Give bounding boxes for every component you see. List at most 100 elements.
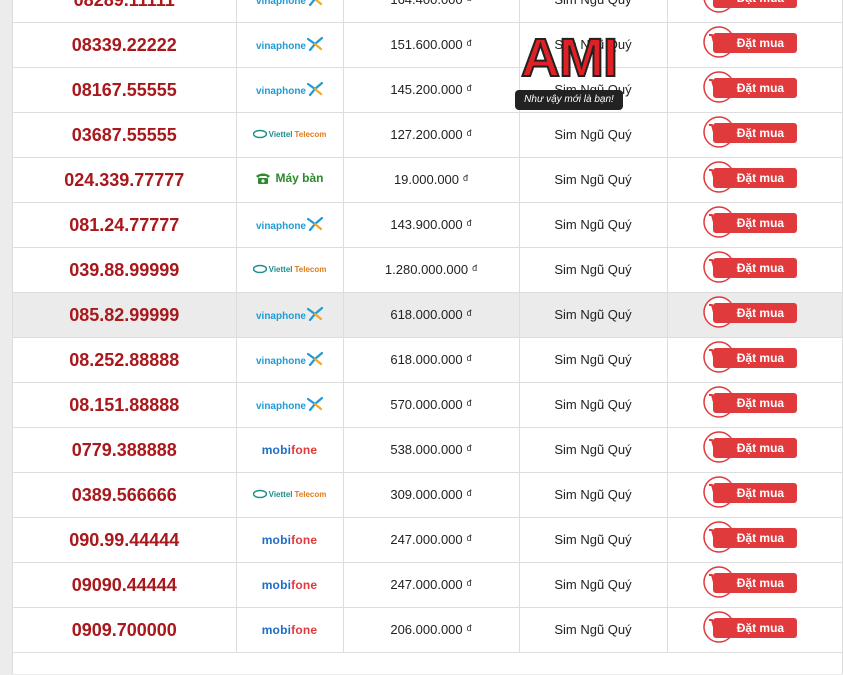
- mobifone-text-b: fone: [291, 443, 318, 457]
- currency-symbol: đ: [466, 398, 472, 408]
- buy-button[interactable]: Đặt mua: [703, 115, 797, 148]
- sim-price: 1.280.000.000: [384, 262, 469, 277]
- vinaphone-logo: vinaphone: [255, 81, 323, 97]
- sim-type: Sim Ngũ Quý: [554, 127, 632, 142]
- buy-button[interactable]: Đặt mua: [703, 520, 797, 553]
- price-cell: 247.000.000 đ: [343, 517, 520, 563]
- currency-symbol: đ: [472, 263, 478, 273]
- buy-button[interactable]: Đặt mua: [703, 385, 797, 418]
- number-cell: 0779.388888: [13, 427, 237, 473]
- buy-button[interactable]: Đặt mua: [703, 565, 797, 598]
- action-cell: Đặt mua: [667, 382, 842, 428]
- sim-price: 145.200.000: [390, 82, 463, 97]
- sim-number[interactable]: 090.99.44444: [69, 530, 179, 550]
- sim-table-container: 08289.11111 vinaphone 164.400.000 đ Sim Ngũ …: [12, 0, 843, 674]
- sim-number[interactable]: 039.88.99999: [69, 260, 179, 280]
- landline-text: Máy bàn: [275, 171, 324, 185]
- telephone-icon: [256, 173, 271, 184]
- viettel-logo: Viettel Telecom: [252, 129, 326, 139]
- buy-button[interactable]: Đặt mua: [703, 610, 797, 643]
- viettel-logo: Viettel Telecom: [252, 264, 326, 274]
- price-cell: 309.000.000 đ: [343, 472, 520, 518]
- sim-price: 164.400.000: [390, 0, 462, 7]
- number-cell: 0909.700000: [13, 607, 237, 653]
- action-cell: Đặt mua: [667, 0, 842, 23]
- sim-type: Sim Ngũ Quý: [554, 622, 632, 637]
- sim-number[interactable]: 08339.22222: [72, 35, 177, 55]
- buy-button-label: Đặt mua: [712, 437, 797, 458]
- buy-button-label: Đặt mua: [712, 392, 797, 413]
- buy-button-label: Đặt mua: [712, 257, 797, 278]
- viettel-swoosh-icon: [252, 264, 267, 274]
- sim-row: 08.252.88888 vinaphone 618.000.000 đ Sim Ngũ…: [13, 337, 842, 383]
- sim-number[interactable]: 09090.44444: [72, 575, 177, 595]
- carrier-cell: mobifone: [236, 517, 344, 563]
- type-cell: Sim Ngũ Quý: [519, 337, 668, 383]
- currency-symbol: đ: [466, 578, 472, 588]
- buy-button-label: Đặt mua: [712, 212, 797, 233]
- buy-button[interactable]: Đặt mua: [703, 70, 797, 103]
- vinaphone-star-icon: [308, 0, 323, 6]
- action-cell: Đặt mua: [667, 22, 842, 68]
- buy-button-label: Đặt mua: [712, 302, 797, 323]
- mobifone-text-a: mobi: [261, 578, 292, 592]
- buy-button[interactable]: Đặt mua: [703, 430, 797, 463]
- action-cell: Đặt mua: [667, 67, 842, 113]
- sim-number[interactable]: 081.24.77777: [69, 215, 179, 235]
- carrier-cell: vinaphone: [236, 202, 344, 248]
- type-cell: Sim Ngũ Quý: [519, 202, 668, 248]
- type-cell: Sim Ngũ Quý: [519, 157, 668, 203]
- price-cell: 143.900.000 đ: [343, 202, 520, 248]
- sim-type: Sim Ngũ Quý: [554, 487, 632, 502]
- sim-row: 024.339.77777 Máy bàn 19.000.000 đ Sim Ngũ Q…: [13, 157, 842, 203]
- sim-number[interactable]: 08167.55555: [72, 80, 177, 100]
- price-cell: 570.000.000 đ: [343, 382, 520, 428]
- sim-price: 618.000.000: [390, 307, 463, 322]
- buy-button[interactable]: Đặt mua: [703, 475, 797, 508]
- buy-button[interactable]: Đặt mua: [703, 0, 797, 13]
- price-cell: 1.280.000.000 đ: [343, 247, 520, 293]
- action-cell: Đặt mua: [667, 472, 842, 518]
- mobifone-logo: mobifone: [262, 578, 318, 592]
- sim-number[interactable]: 08289.11111: [74, 0, 175, 10]
- number-cell: 08167.55555: [13, 67, 237, 113]
- number-cell: 09090.44444: [13, 562, 237, 608]
- vinaphone-text: vinaphone: [255, 356, 306, 367]
- type-cell: Sim Ngũ Quý: [519, 112, 668, 158]
- vinaphone-star-icon: [307, 81, 323, 96]
- ami-watermark: AMI Như vậy mới là bạn!: [515, 27, 623, 114]
- sim-number[interactable]: 0909.700000: [72, 620, 177, 640]
- sim-number[interactable]: 0779.388888: [72, 440, 177, 460]
- buy-button-label: Đặt mua: [712, 167, 797, 188]
- vinaphone-star-icon: [307, 36, 323, 51]
- vinaphone-text: vinaphone: [255, 86, 306, 97]
- action-cell: Đặt mua: [667, 202, 842, 248]
- sim-price: 127.200.000: [390, 127, 463, 142]
- type-cell: Sim Ngũ Quý: [519, 607, 668, 653]
- sim-type: Sim Ngũ Quý: [554, 217, 632, 232]
- carrier-cell: vinaphone: [236, 382, 344, 428]
- buy-button-label: Đặt mua: [712, 77, 797, 98]
- carrier-cell: vinaphone: [236, 22, 344, 68]
- sim-price: 538.000.000: [390, 442, 463, 457]
- buy-button[interactable]: Đặt mua: [703, 160, 797, 193]
- price-cell: 127.200.000 đ: [343, 112, 520, 158]
- buy-button[interactable]: Đặt mua: [703, 25, 797, 58]
- sim-number[interactable]: 03687.55555: [72, 125, 177, 145]
- buy-button[interactable]: Đặt mua: [703, 250, 797, 283]
- type-cell: Sim Ngũ Quý: [519, 562, 668, 608]
- buy-button[interactable]: Đặt mua: [703, 340, 797, 373]
- buy-button[interactable]: Đặt mua: [703, 205, 797, 238]
- sim-row: 09090.44444 mobifone 247.000.000 đ Sim Ngũ Q…: [13, 562, 842, 608]
- vinaphone-text: vinaphone: [255, 311, 306, 322]
- sim-number[interactable]: 08.151.88888: [69, 395, 179, 415]
- sim-number[interactable]: 024.339.77777: [64, 170, 184, 190]
- mobifone-logo: mobifone: [262, 533, 318, 547]
- buy-button[interactable]: Đặt mua: [703, 295, 797, 328]
- action-cell: Đặt mua: [667, 157, 842, 203]
- sim-number[interactable]: 0389.566666: [72, 485, 177, 505]
- sim-number[interactable]: 08.252.88888: [69, 350, 179, 370]
- sim-number[interactable]: 085.82.99999: [69, 305, 179, 325]
- number-cell: 08.252.88888: [13, 337, 237, 383]
- sim-price: 19.000.000: [393, 172, 460, 187]
